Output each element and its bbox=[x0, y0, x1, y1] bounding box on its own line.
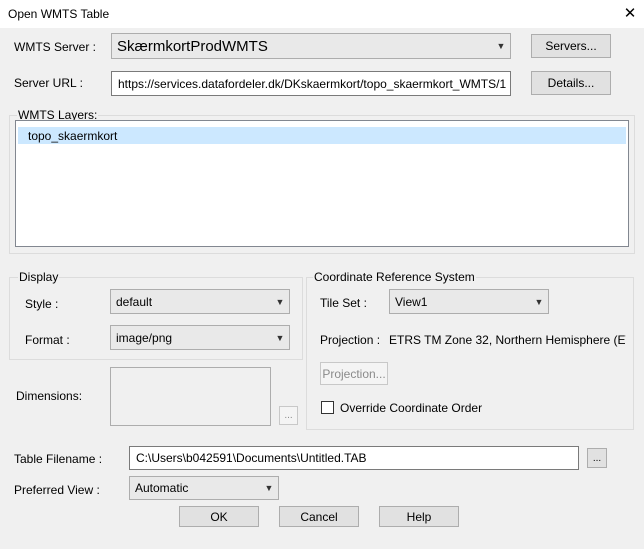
preferred-view-value: Automatic bbox=[135, 481, 189, 495]
override-coordinate-order-checkbox[interactable] bbox=[321, 401, 334, 414]
wmts-server-value: SkærmkortProdWMTS bbox=[117, 37, 268, 55]
style-select[interactable]: default ▼ bbox=[110, 289, 290, 314]
server-url-label: Server URL : bbox=[14, 76, 83, 90]
tileset-value: View1 bbox=[395, 294, 428, 309]
projection-button[interactable]: Projection... bbox=[320, 362, 388, 385]
servers-button[interactable]: Servers... bbox=[531, 34, 611, 58]
chevron-down-icon: ▼ bbox=[275, 296, 285, 307]
details-button[interactable]: Details... bbox=[531, 71, 611, 95]
table-filename-label: Table Filename : bbox=[14, 452, 103, 466]
chevron-down-icon: ▼ bbox=[534, 296, 544, 307]
wmts-server-select[interactable]: SkærmkortProdWMTS ▼ bbox=[111, 33, 511, 59]
style-value: default bbox=[116, 294, 153, 309]
help-button[interactable]: Help bbox=[379, 506, 459, 527]
format-value: image/png bbox=[116, 330, 173, 345]
cancel-button[interactable]: Cancel bbox=[279, 506, 359, 527]
chevron-down-icon: ▼ bbox=[275, 332, 285, 343]
preferred-view-select[interactable]: Automatic ▼ bbox=[129, 476, 279, 500]
wmts-layers-list[interactable]: topo_skaermkort bbox=[15, 120, 629, 247]
list-item[interactable]: topo_skaermkort bbox=[18, 127, 626, 144]
server-url-field[interactable]: https://services.datafordeler.dk/DKskaer… bbox=[111, 71, 511, 96]
tileset-select[interactable]: View1 ▼ bbox=[389, 289, 549, 314]
layer-name: topo_skaermkort bbox=[28, 128, 118, 143]
projection-label: Projection : bbox=[320, 333, 381, 347]
ok-button[interactable]: OK bbox=[179, 506, 259, 527]
dimensions-browse-button[interactable]: ... bbox=[279, 406, 298, 425]
override-coordinate-order-label: Override Coordinate Order bbox=[340, 401, 483, 415]
format-label: Format : bbox=[25, 333, 70, 347]
display-legend: Display bbox=[18, 270, 60, 284]
style-label: Style : bbox=[25, 297, 59, 311]
chevron-down-icon: ▼ bbox=[264, 483, 274, 493]
close-icon[interactable]: ✕ bbox=[622, 4, 638, 22]
table-filename-browse-button[interactable]: ... bbox=[587, 448, 607, 468]
projection-value: ETRS TM Zone 32, Northern Hemisphere (ET… bbox=[389, 333, 626, 347]
wmts-server-label: WMTS Server : bbox=[14, 40, 97, 54]
format-select[interactable]: image/png ▼ bbox=[110, 325, 290, 350]
dimensions-box bbox=[110, 367, 271, 426]
chevron-down-icon: ▼ bbox=[496, 41, 506, 51]
window-title: Open WMTS Table bbox=[8, 7, 110, 21]
preferred-view-label: Preferred View : bbox=[14, 483, 100, 497]
table-filename-field[interactable]: C:\Users\b042591\Documents\Untitled.TAB bbox=[129, 446, 579, 470]
crs-legend: Coordinate Reference System bbox=[313, 270, 476, 284]
dimensions-label: Dimensions: bbox=[16, 389, 83, 403]
tileset-label: Tile Set : bbox=[320, 296, 367, 310]
